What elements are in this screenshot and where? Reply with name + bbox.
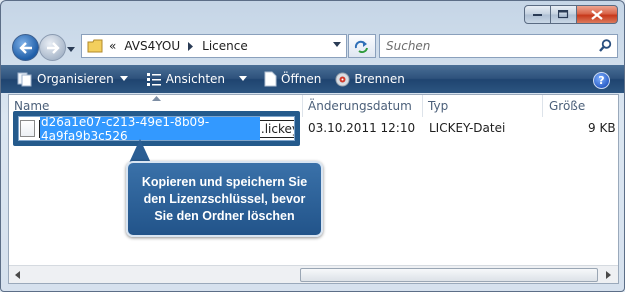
help-icon: ? bbox=[598, 74, 605, 87]
maximize-button[interactable] bbox=[551, 5, 577, 24]
scroll-left-button[interactable] bbox=[10, 267, 25, 282]
file-type: LICKEY-Datei bbox=[429, 121, 506, 135]
scroll-right-icon bbox=[606, 270, 611, 279]
window-controls bbox=[524, 5, 618, 24]
file-size: 9 KB bbox=[588, 121, 616, 135]
maximize-icon bbox=[558, 10, 569, 19]
command-bar: Organisieren Ansichten Öffnen Brennen ? bbox=[1, 65, 624, 93]
chevron-down-icon bbox=[239, 76, 248, 81]
minimize-button[interactable] bbox=[524, 5, 551, 24]
search-icon[interactable] bbox=[599, 39, 612, 52]
back-arrow-icon bbox=[18, 41, 32, 54]
organize-button[interactable]: Organisieren bbox=[11, 65, 135, 93]
callout-line-1: Kopieren und speichern Sie bbox=[141, 174, 308, 189]
document-icon bbox=[264, 71, 277, 87]
breadcrumb-licence[interactable]: Licence bbox=[202, 39, 248, 53]
file-date: 03.10.2011 12:10 bbox=[308, 121, 416, 135]
address-overflow[interactable]: « bbox=[109, 39, 116, 53]
folder-icon bbox=[87, 39, 103, 53]
chevron-down-icon bbox=[67, 47, 75, 52]
help-button[interactable]: ? bbox=[593, 72, 610, 89]
close-icon bbox=[591, 9, 603, 20]
refresh-button[interactable] bbox=[348, 34, 376, 58]
close-button[interactable] bbox=[577, 5, 618, 24]
back-button[interactable] bbox=[12, 34, 39, 61]
organize-label: Organisieren bbox=[37, 72, 114, 86]
sort-ascending-icon bbox=[152, 96, 161, 101]
open-label: Öffnen bbox=[281, 72, 322, 86]
scroll-thumb[interactable] bbox=[300, 268, 598, 282]
highlight-frame bbox=[13, 111, 300, 146]
views-label: Ansichten bbox=[165, 72, 226, 86]
column-date[interactable]: Änderungsdatum bbox=[303, 95, 423, 117]
column-date-label: Änderungsdatum bbox=[308, 99, 412, 113]
explorer-window: « AVS4YOU Licence Suchen Organisieren An… bbox=[0, 0, 625, 292]
organize-icon bbox=[17, 72, 32, 86]
column-type-label: Typ bbox=[428, 99, 449, 113]
address-dropdown-icon[interactable] bbox=[333, 42, 342, 48]
forward-arrow-icon bbox=[46, 41, 60, 54]
search-input[interactable]: Suchen bbox=[379, 34, 618, 58]
column-size-label: Größe bbox=[549, 99, 586, 113]
burn-label: Brennen bbox=[354, 72, 405, 86]
views-icon bbox=[146, 72, 161, 86]
callout-line-3: Sie den Ordner löschen bbox=[154, 208, 295, 223]
minimize-icon bbox=[532, 13, 542, 16]
recent-pages-dropdown[interactable] bbox=[67, 42, 76, 56]
horizontal-scrollbar[interactable] bbox=[9, 265, 618, 283]
refresh-icon bbox=[354, 40, 368, 53]
scroll-left-icon bbox=[15, 270, 20, 279]
chevron-down-icon bbox=[119, 76, 128, 81]
scroll-right-button[interactable] bbox=[601, 267, 616, 282]
column-type[interactable]: Typ bbox=[423, 95, 543, 117]
burn-disc-icon bbox=[335, 72, 350, 86]
instruction-callout: Kopieren und speichern Sie den Lizenzsch… bbox=[126, 161, 323, 237]
breadcrumb-separator-icon[interactable] bbox=[187, 41, 195, 51]
forward-button[interactable] bbox=[39, 34, 66, 61]
search-placeholder: Suchen bbox=[386, 39, 431, 53]
burn-button[interactable]: Brennen bbox=[329, 65, 410, 93]
open-button[interactable]: Öffnen bbox=[258, 65, 327, 93]
column-size[interactable]: Größe bbox=[544, 95, 619, 117]
address-bar[interactable]: « AVS4YOU Licence bbox=[81, 34, 347, 58]
callout-pointer bbox=[129, 139, 151, 163]
callout-line-2: den Lizenzschlüssel, bevor bbox=[143, 191, 306, 206]
breadcrumb-avs4you[interactable]: AVS4YOU bbox=[124, 39, 180, 53]
views-button[interactable]: Ansichten bbox=[141, 65, 254, 93]
